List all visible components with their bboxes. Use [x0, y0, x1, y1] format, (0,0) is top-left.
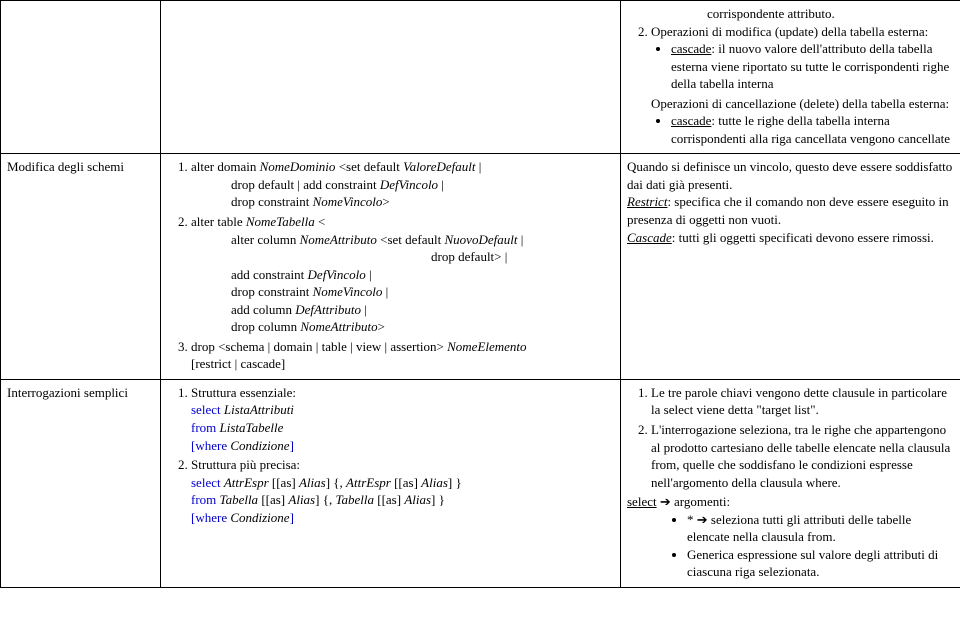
query-precisa: Struttura più precisa: select AttrEspr […: [191, 456, 614, 526]
query-essenziale: Struttura essenziale: select ListaAttrib…: [191, 384, 614, 454]
schema-ol: alter domain NomeDominio <set default Va…: [167, 158, 614, 373]
ext-ops-delete-lead: Operazioni di cancellazione (delete) del…: [651, 95, 954, 113]
schema-alter-domain: alter domain NomeDominio <set default Va…: [191, 158, 614, 211]
cell-r2-mid: Struttura essenziale: select ListaAttrib…: [161, 379, 621, 587]
cell-r0-left: [1, 1, 161, 154]
vincolo-note: Quando si definisce un vincolo, questo d…: [627, 159, 952, 192]
cell-r2-left: Interrogazioni semplici: [1, 379, 161, 587]
select-args-bul: * ➔ seleziona tutti gli attributi delle …: [627, 511, 954, 581]
select-arguments: select ➔ argomenti: * ➔ seleziona tutti …: [627, 493, 954, 581]
cell-r1-mid: alter domain NomeDominio <set default Va…: [161, 154, 621, 380]
cascade-label: Cascade: [627, 230, 672, 245]
arg-star: * ➔ seleziona tutti gli attributi delle …: [687, 511, 954, 546]
cell-r2-right: Le tre parole chiavi vengono dette claus…: [621, 379, 960, 587]
notes-ol: Le tre parole chiavi vengono dette claus…: [627, 384, 954, 491]
ext-ops-list: Operazioni di modifica (update) della ta…: [627, 23, 954, 148]
cell-r1-left: Modifica degli schemi: [1, 154, 161, 380]
restrict-label: Restrict: [627, 194, 667, 209]
row-modifica-schemi: Modifica degli schemi alter domain NomeD…: [1, 154, 960, 380]
trail-text: corrispondente attributo.: [707, 5, 954, 23]
schema-alter-table: alter table NomeTabella < alter column N…: [191, 213, 614, 336]
doc-table: corrispondente attributo. Operazioni di …: [0, 0, 960, 588]
ext-ops-item2: Operazioni di modifica (update) della ta…: [651, 23, 954, 148]
note-cartesian: L'interrogazione seleziona, tra le righe…: [651, 421, 954, 491]
cell-r0-mid: [161, 1, 621, 154]
ext-ops-lead: Operazioni di modifica (update) della ta…: [651, 24, 928, 39]
row-interrogazioni: Interrogazioni semplici Struttura essenz…: [1, 379, 960, 587]
note-target-list: Le tre parole chiavi vengono dette claus…: [651, 384, 954, 419]
arg-expr: Generica espressione sul valore degli at…: [687, 546, 954, 581]
schema-drop: drop <schema | domain | table | view | a…: [191, 338, 614, 373]
ext-ops-cascade-update: cascade: il nuovo valore dell'attributo …: [671, 40, 954, 93]
cell-r1-right: Quando si definisce un vincolo, questo d…: [621, 154, 960, 380]
ext-ops-bul: cascade: il nuovo valore dell'attributo …: [651, 40, 954, 93]
cell-r0-right: corrispondente attributo. Operazioni di …: [621, 1, 960, 154]
query-ol: Struttura essenziale: select ListaAttrib…: [167, 384, 614, 526]
ext-ops-bul2: cascade: tutte le righe della tabella in…: [651, 112, 954, 147]
ext-ops-cascade-delete: cascade: tutte le righe della tabella in…: [671, 112, 954, 147]
row-prev-trail: corrispondente attributo. Operazioni di …: [1, 1, 960, 154]
